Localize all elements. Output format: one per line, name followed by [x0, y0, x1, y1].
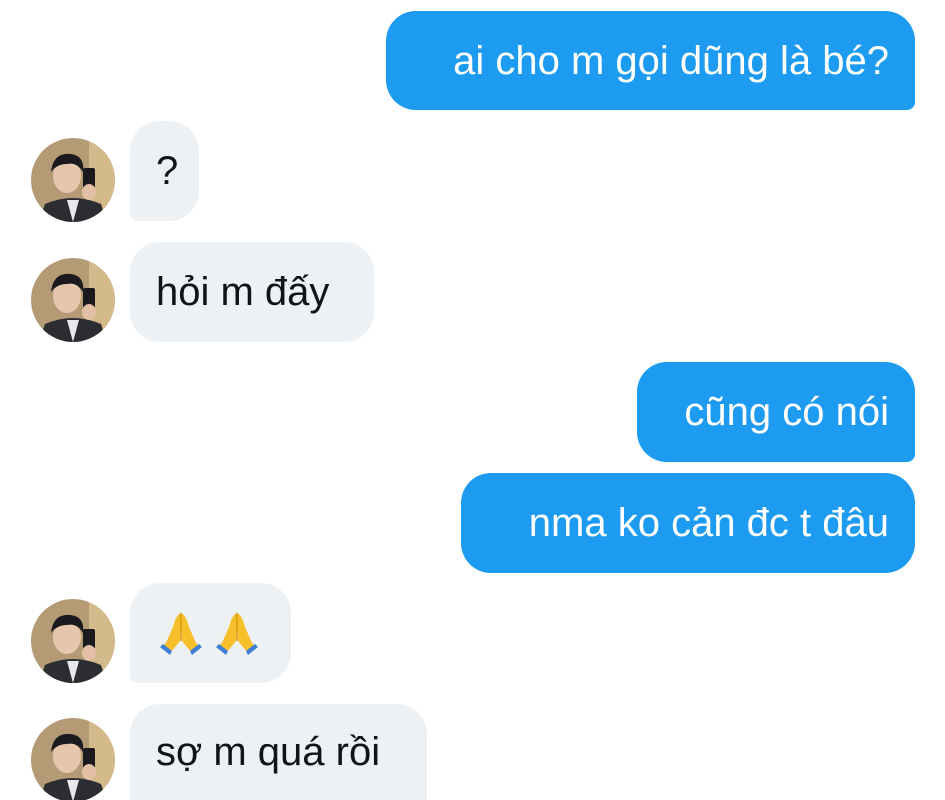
message-text: hỏi m đấy	[156, 270, 330, 314]
message-text: sợ m quá rồi	[156, 730, 381, 774]
contact-avatar[interactable]	[31, 258, 115, 342]
emoji-row	[158, 609, 260, 657]
message-text: cũng có nói	[684, 390, 889, 434]
contact-avatar[interactable]	[31, 599, 115, 683]
outgoing-message-bubble[interactable]: cũng có nói	[637, 362, 915, 462]
contact-avatar[interactable]	[31, 718, 115, 800]
message-text: ?	[156, 149, 179, 193]
contact-avatar[interactable]	[31, 138, 115, 222]
folded-hands-icon	[216, 613, 258, 655]
folded-hands-icon	[160, 613, 202, 655]
incoming-message-bubble[interactable]: hỏi m đấy	[130, 242, 374, 342]
outgoing-message-bubble[interactable]: ai cho m gọi dũng là bé?	[386, 11, 915, 110]
chat-thread: ai cho m gọi dũng là bé? ? hỏi m đấy cũn…	[0, 0, 945, 800]
incoming-message-bubble[interactable]	[130, 583, 291, 683]
message-text: nma ko cản đc t đâu	[528, 501, 889, 545]
incoming-message-bubble[interactable]: sợ m quá rồi	[130, 704, 427, 800]
outgoing-message-bubble[interactable]: nma ko cản đc t đâu	[461, 473, 915, 573]
message-text: ai cho m gọi dũng là bé?	[453, 38, 889, 83]
incoming-message-bubble[interactable]: ?	[130, 121, 199, 221]
